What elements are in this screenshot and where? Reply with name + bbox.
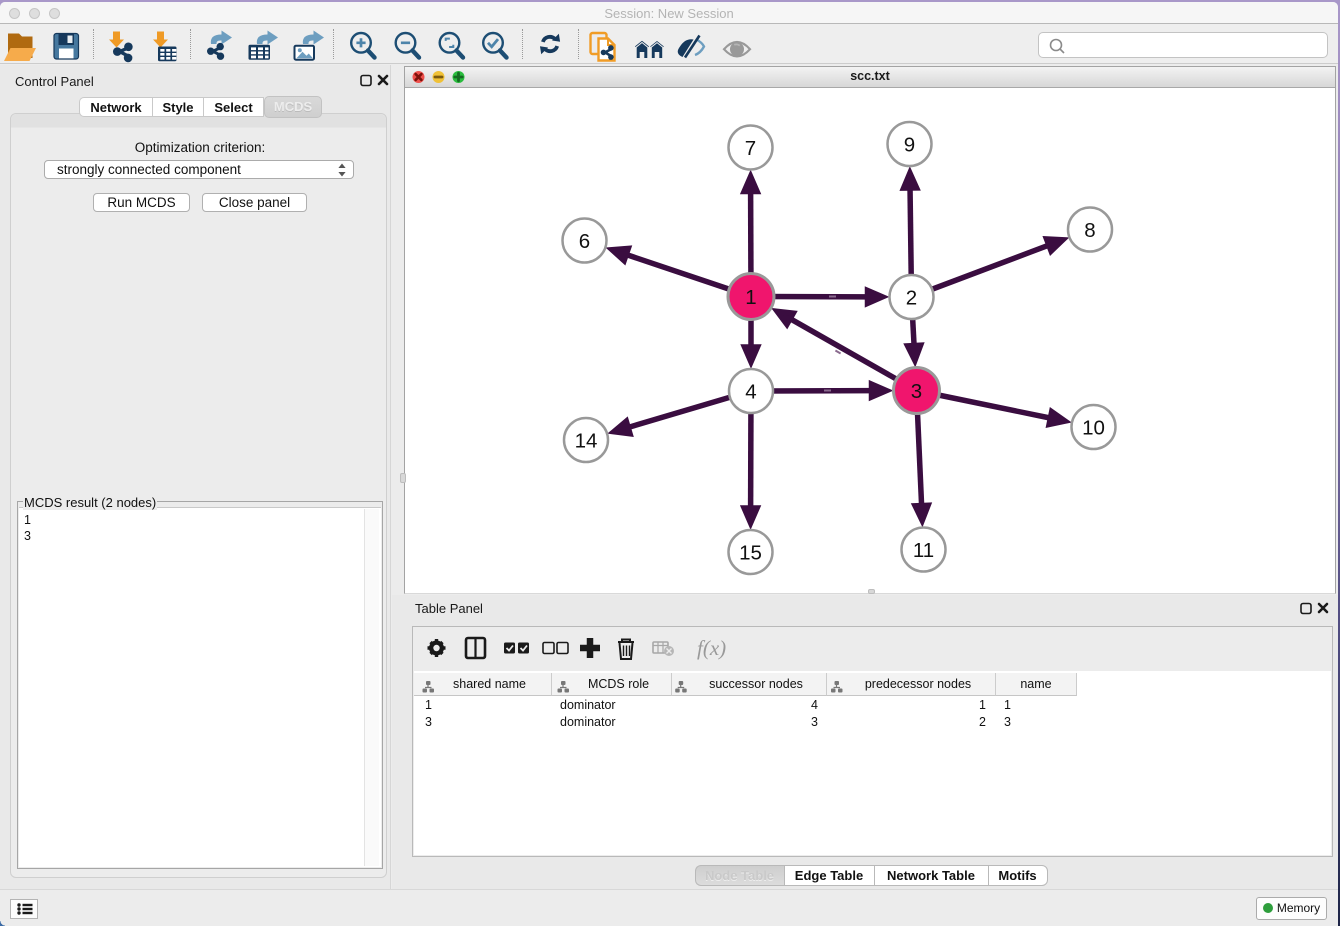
- svg-text:3: 3: [910, 380, 921, 403]
- svg-text:8: 8: [1084, 219, 1095, 242]
- svg-text:4: 4: [745, 381, 756, 404]
- svg-text:f(x): f(x): [697, 636, 726, 660]
- svg-text:2: 2: [905, 287, 916, 310]
- svg-text:15: 15: [739, 542, 762, 565]
- svg-text:11: 11: [912, 539, 933, 562]
- svg-text:1: 1: [745, 286, 756, 309]
- svg-text:6: 6: [578, 230, 589, 253]
- svg-text:9: 9: [903, 134, 914, 157]
- svg-text:14: 14: [574, 430, 597, 453]
- svg-text:7: 7: [744, 137, 755, 160]
- svg-text:10: 10: [1082, 417, 1105, 440]
